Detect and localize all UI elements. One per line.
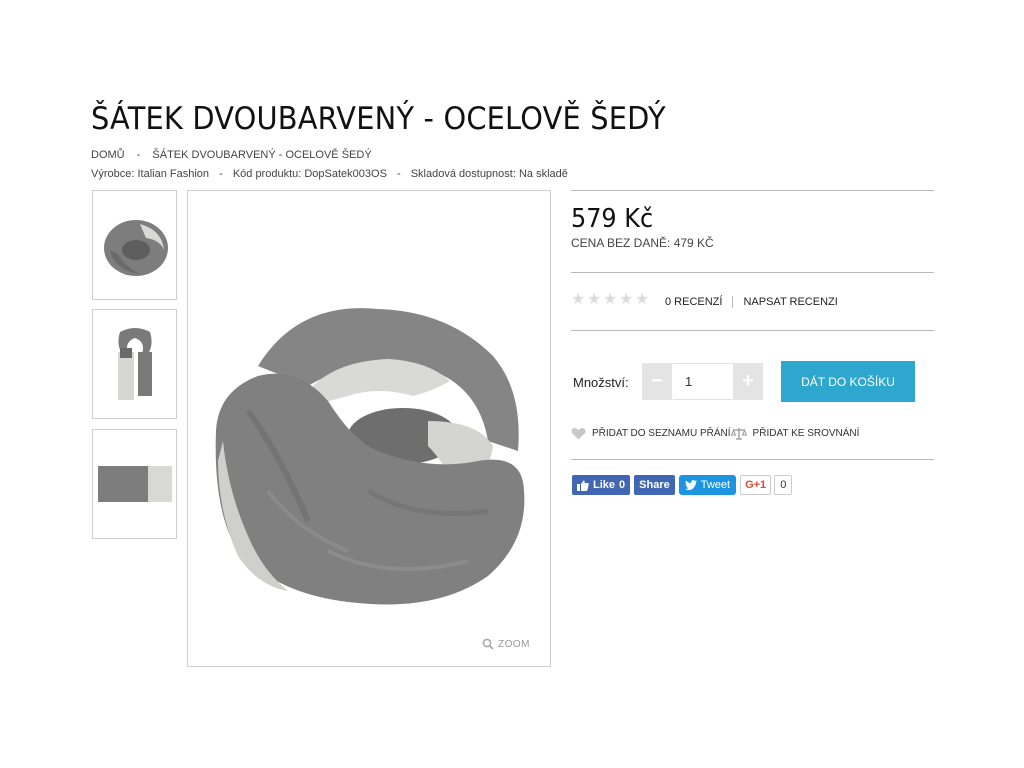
add-to-wishlist-link[interactable]: PŘIDAT DO SEZNAMU PŘÁNÍ xyxy=(571,427,731,440)
tweet-label: Tweet xyxy=(700,479,731,491)
twitter-tweet-button[interactable]: Tweet xyxy=(678,475,737,495)
meta-separator: - xyxy=(396,168,401,180)
reviews-links: 0 RECENZÍ NAPSAT RECENZI xyxy=(665,296,838,308)
star-icon: ★ xyxy=(587,291,602,308)
product-thumbnail-1[interactable] xyxy=(92,190,177,300)
meta-separator: - xyxy=(219,168,223,180)
quantity-increase-button[interactable]: + xyxy=(733,363,763,400)
quantity-label: Množství: xyxy=(573,375,629,390)
facebook-like-button[interactable]: Like 0 xyxy=(572,475,631,495)
social-share-bar: Like 0 Share Tweet G+1 0 xyxy=(572,475,793,495)
product-thumbnail-3[interactable] xyxy=(92,429,177,539)
divider xyxy=(571,272,934,273)
product-meta: Výrobce: Italian Fashion - Kód produktu:… xyxy=(91,168,568,180)
compare-label: PŘIDAT KE SROVNÁNÍ xyxy=(752,428,860,439)
add-to-cart-button[interactable]: DÁT DO KOŠÍKU xyxy=(781,361,915,402)
manufacturer-text: Výrobce: Italian Fashion xyxy=(91,168,210,180)
zoom-control[interactable]: ZOOM xyxy=(482,638,530,650)
star-icon: ★ xyxy=(603,291,618,308)
magnifier-icon xyxy=(482,638,494,650)
divider xyxy=(732,296,734,308)
availability-text: Skladová dostupnost: Na skladě xyxy=(410,168,568,180)
write-review-link[interactable]: NAPSAT RECENZI xyxy=(743,296,837,308)
google-plus-button[interactable]: G+1 0 xyxy=(740,475,793,495)
product-actions: PŘIDAT DO SEZNAMU PŘÁNÍ PŘIDAT KE SROVNÁ… xyxy=(571,427,859,440)
main-product-image[interactable]: ZOOM xyxy=(187,190,551,667)
star-icon: ★ xyxy=(635,291,650,308)
reviews-count-link[interactable]: 0 RECENZÍ xyxy=(665,296,722,308)
google-plus-count: 0 xyxy=(774,475,793,495)
add-to-compare-link[interactable]: PŘIDAT KE SROVNÁNÍ xyxy=(730,427,860,440)
price-without-tax: CENA BEZ DANĚ: 479 KČ xyxy=(571,236,714,250)
breadcrumb-home-link[interactable]: DOMŮ xyxy=(91,149,125,161)
divider xyxy=(571,190,934,191)
breadcrumb-current-link[interactable]: ŠÁTEK DVOUBARVENÝ - OCELOVĚ ŠEDÝ xyxy=(152,149,371,161)
scarf-loop-thumbnail-image xyxy=(103,220,168,276)
scales-icon xyxy=(730,428,747,440)
zoom-label: ZOOM xyxy=(498,638,530,650)
product-thumbnail-2[interactable] xyxy=(92,309,177,419)
heart-icon xyxy=(571,428,586,440)
twitter-bird-icon xyxy=(684,480,697,490)
product-price: 579 Kč xyxy=(571,204,654,234)
wishlist-label: PŘIDAT DO SEZNAMU PŘÁNÍ xyxy=(592,428,731,439)
google-plus-label: G+1 xyxy=(740,475,772,495)
facebook-share-label: Share xyxy=(639,479,670,491)
star-icon: ★ xyxy=(571,291,586,308)
rating-stars: ★ ★ ★ ★ ★ xyxy=(571,291,650,308)
facebook-like-label: Like xyxy=(593,479,616,491)
quantity-decrease-button[interactable]: − xyxy=(642,363,672,400)
divider xyxy=(571,330,934,331)
star-icon: ★ xyxy=(619,291,634,308)
facebook-share-button[interactable]: Share xyxy=(634,475,675,495)
thumbs-up-icon xyxy=(577,480,589,491)
divider xyxy=(571,459,934,460)
breadcrumb-separator: - xyxy=(136,149,141,161)
scarf-flat-thumbnail-image xyxy=(97,466,172,502)
page-title: ŠÁTEK DVOUBARVENÝ - OCELOVĚ ŠEDÝ xyxy=(91,101,666,137)
breadcrumb: DOMŮ - ŠÁTEK DVOUBARVENÝ - OCELOVĚ ŠEDÝ xyxy=(91,149,372,161)
product-code-text: Kód produktu: DopSatek003OS xyxy=(232,168,387,180)
scarf-main-image xyxy=(215,308,525,605)
facebook-like-count: 0 xyxy=(619,479,626,491)
scarf-draped-thumbnail-image xyxy=(117,328,152,400)
quantity-input[interactable] xyxy=(673,363,732,400)
